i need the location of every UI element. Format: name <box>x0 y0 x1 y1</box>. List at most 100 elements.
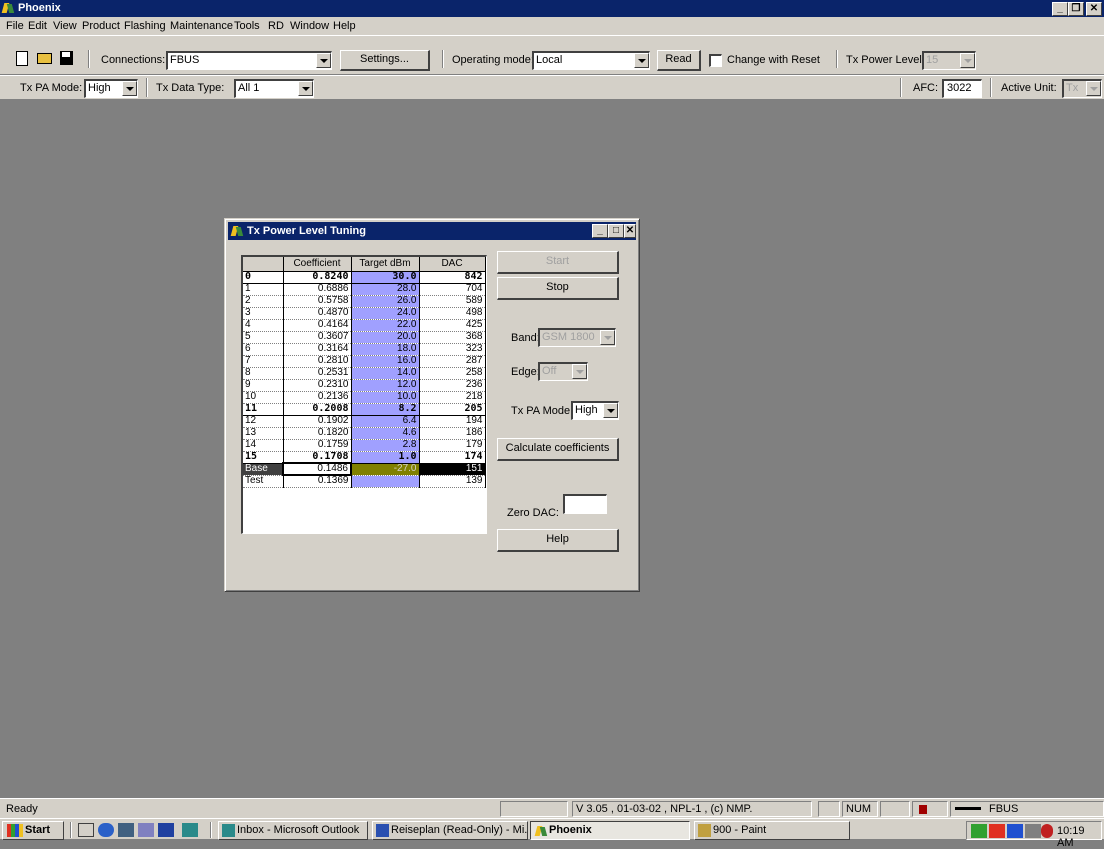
dac-cell[interactable]: 218 <box>419 391 486 404</box>
coefficient-cell[interactable]: 0.2310 <box>283 379 352 392</box>
tx-pa-mode-select[interactable]: High <box>84 79 138 98</box>
dac-cell[interactable]: 368 <box>419 331 486 344</box>
quick-launch-app-icon-3[interactable] <box>158 823 174 837</box>
network-icon[interactable] <box>971 824 987 838</box>
tx-data-type-select[interactable]: All 1 <box>234 79 314 98</box>
open-folder-icon[interactable] <box>37 53 52 64</box>
coefficient-cell[interactable]: 0.3607 <box>283 331 352 344</box>
target-dbm-cell[interactable]: 2.8 <box>351 439 420 452</box>
dac-cell[interactable]: 258 <box>419 367 486 380</box>
table-row[interactable]: 9 0.2310 12.0 236 <box>243 379 486 392</box>
task-outlook[interactable]: Inbox - Microsoft Outlook <box>218 821 368 840</box>
dac-cell[interactable]: 179 <box>419 439 486 452</box>
coefficient-cell[interactable]: 0.3164 <box>283 343 352 356</box>
dac-cell[interactable]: 194 <box>419 415 486 428</box>
dac-cell[interactable]: 589 <box>419 295 486 308</box>
dac-cell[interactable]: 498 <box>419 307 486 320</box>
target-dbm-cell[interactable]: 12.0 <box>351 379 420 392</box>
dac-cell[interactable]: 842 <box>419 271 486 284</box>
target-dbm-cell[interactable]: 1.0 <box>351 451 420 464</box>
target-dbm-cell[interactable]: 4.6 <box>351 427 420 440</box>
change-with-reset-checkbox[interactable] <box>709 54 722 67</box>
antivirus-icon[interactable] <box>989 824 1005 838</box>
connections-select[interactable]: FBUS <box>166 51 332 70</box>
stop-button[interactable]: Stop <box>497 277 619 300</box>
table-row[interactable]: Base 0.1486 -27.0 151 <box>243 462 486 476</box>
read-button[interactable]: Read <box>657 50 701 71</box>
coefficient-cell[interactable]: 0.2810 <box>283 355 352 368</box>
target-dbm-cell[interactable]: 20.0 <box>351 331 420 344</box>
target-dbm-cell[interactable]: 14.0 <box>351 367 420 380</box>
menu-file[interactable]: File <box>6 20 24 32</box>
target-dbm-cell[interactable]: 24.0 <box>351 307 420 320</box>
coefficient-cell[interactable]: 0.5758 <box>283 295 352 308</box>
dac-cell[interactable]: 186 <box>419 427 486 440</box>
close-button[interactable]: ✕ <box>1086 2 1102 16</box>
messenger-icon[interactable] <box>1041 824 1053 838</box>
dac-cell[interactable]: 323 <box>419 343 486 356</box>
task-phoenix[interactable]: Phoenix <box>530 821 690 840</box>
outlook-icon[interactable] <box>182 823 198 837</box>
table-row[interactable]: 4 0.4164 22.0 425 <box>243 319 486 332</box>
table-row[interactable]: 5 0.3607 20.0 368 <box>243 331 486 344</box>
table-row[interactable]: 2 0.5758 26.0 589 <box>243 295 486 308</box>
target-dbm-cell[interactable]: 16.0 <box>351 355 420 368</box>
start-button[interactable]: Start <box>497 251 619 274</box>
task-paint[interactable]: 900 - Paint <box>694 821 850 840</box>
table-row[interactable]: Test 0.1369 139 <box>243 475 486 488</box>
table-row[interactable]: 8 0.2531 14.0 258 <box>243 367 486 380</box>
quick-launch-app-icon-2[interactable] <box>138 823 154 837</box>
volume-icon[interactable] <box>1025 824 1041 838</box>
coefficient-cell[interactable]: 0.4164 <box>283 319 352 332</box>
coefficient-cell[interactable]: 0.2008 <box>283 403 352 416</box>
dac-cell[interactable]: 139 <box>419 475 486 488</box>
edge-select[interactable]: Off <box>538 362 588 381</box>
coefficient-cell[interactable]: 0.4870 <box>283 307 352 320</box>
table-row[interactable]: 13 0.1820 4.6 186 <box>243 427 486 440</box>
table-row[interactable]: 7 0.2810 16.0 287 <box>243 355 486 368</box>
coefficient-cell[interactable]: 0.6886 <box>283 283 352 296</box>
menu-flashing[interactable]: Flashing <box>124 20 166 32</box>
dialog-maximize-button[interactable]: □ <box>608 224 624 238</box>
dac-cell[interactable]: 287 <box>419 355 486 368</box>
internet-explorer-icon[interactable] <box>98 823 114 837</box>
dac-cell[interactable]: 425 <box>419 319 486 332</box>
table-row[interactable]: 12 0.1902 6.4 194 <box>243 415 486 428</box>
minimize-button[interactable]: _ <box>1052 2 1068 16</box>
menu-product[interactable]: Product <box>82 20 120 32</box>
operating-mode-select[interactable]: Local <box>532 51 650 70</box>
afc-input[interactable]: 3022 <box>942 79 982 98</box>
new-file-icon[interactable] <box>16 51 28 66</box>
coefficient-cell[interactable]: 0.1759 <box>283 439 352 452</box>
save-disk-icon[interactable] <box>60 51 73 65</box>
table-row[interactable]: 14 0.1759 2.8 179 <box>243 439 486 452</box>
coefficient-cell[interactable]: 0.2136 <box>283 391 352 404</box>
dac-cell[interactable]: 236 <box>419 379 486 392</box>
menu-window[interactable]: Window <box>290 20 329 32</box>
menu-maintenance[interactable]: Maintenance <box>170 20 233 32</box>
table-row[interactable]: 1 0.6886 28.0 704 <box>243 283 486 296</box>
coefficient-cell[interactable]: 0.1902 <box>283 415 352 428</box>
target-dbm-cell[interactable]: 8.2 <box>351 403 420 416</box>
dac-cell[interactable]: 704 <box>419 283 486 296</box>
dac-cell[interactable]: 174 <box>419 451 486 464</box>
coefficient-cell[interactable]: 0.1486 <box>282 462 352 476</box>
dialog-minimize-button[interactable]: _ <box>592 224 608 238</box>
table-row[interactable]: 3 0.4870 24.0 498 <box>243 307 486 320</box>
coefficient-cell[interactable]: 0.8240 <box>283 271 352 284</box>
settings-button[interactable]: Settings... <box>340 50 430 71</box>
start-button[interactable]: Start <box>2 821 64 840</box>
coefficient-cell[interactable]: 0.1708 <box>283 451 352 464</box>
calculate-coefficients-button[interactable]: Calculate coefficients <box>497 438 619 461</box>
coefficient-cell[interactable]: 0.1369 <box>283 475 352 488</box>
target-dbm-cell[interactable]: 18.0 <box>351 343 420 356</box>
coefficient-cell[interactable]: 0.1820 <box>283 427 352 440</box>
active-unit-select[interactable]: Tx <box>1062 79 1102 98</box>
zero-dac-input[interactable] <box>563 494 607 514</box>
target-dbm-cell[interactable]: 30.0 <box>351 271 420 284</box>
coefficient-cell[interactable]: 0.2531 <box>283 367 352 380</box>
table-row[interactable]: 10 0.2136 10.0 218 <box>243 391 486 404</box>
target-dbm-cell[interactable]: 22.0 <box>351 319 420 332</box>
monitor-icon[interactable] <box>1007 824 1023 838</box>
table-row[interactable]: 11 0.2008 8.2 205 <box>243 403 486 416</box>
